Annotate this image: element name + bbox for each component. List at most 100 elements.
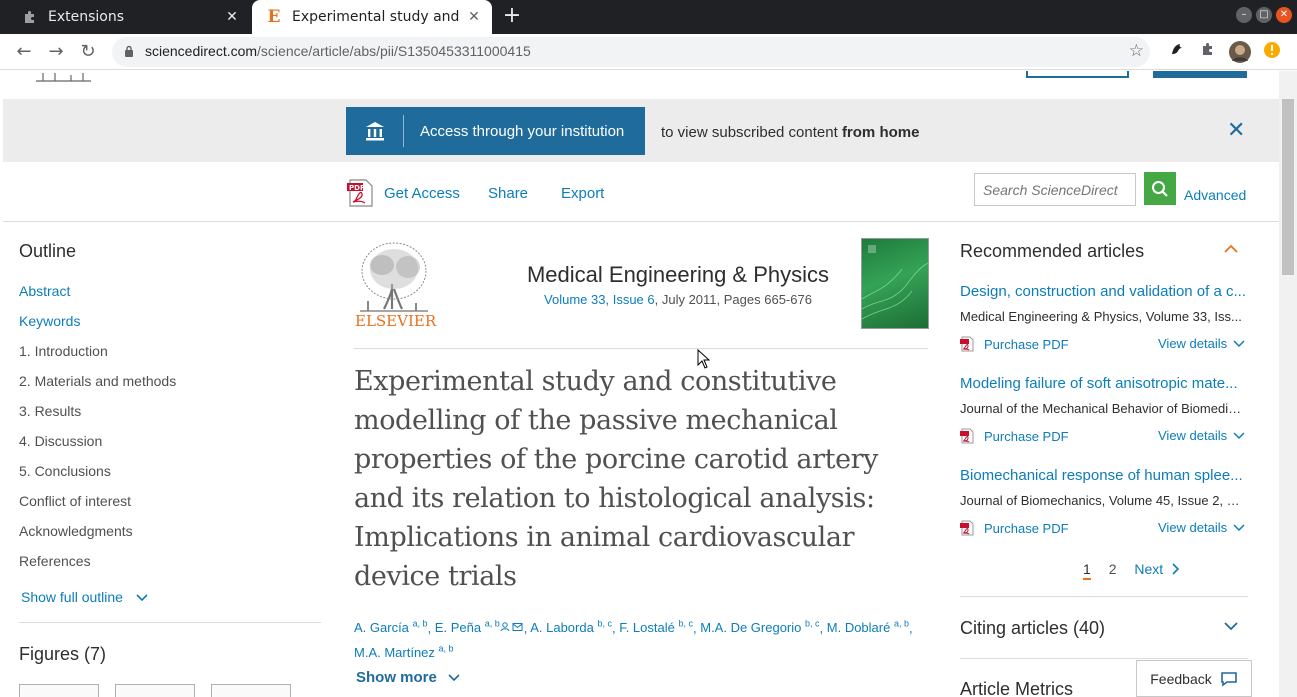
outline-item[interactable]: Keywords: [19, 313, 80, 329]
search-icon: [1152, 180, 1168, 197]
search-input[interactable]: [983, 182, 1133, 198]
view-details-button[interactable]: View details: [1158, 428, 1245, 443]
show-more-label: Show more: [356, 669, 437, 686]
purchase-pdf-link[interactable]: Purchase PDF: [960, 520, 1069, 536]
purchase-pdf-link[interactable]: Purchase PDF: [960, 336, 1069, 352]
author-link[interactable]: A. García a, b: [354, 619, 428, 635]
institution-icon: [346, 115, 404, 147]
journal-volume: Volume 33, Issue 6, July 2011, Pages 665…: [544, 292, 812, 307]
get-access-link[interactable]: Get Access: [384, 185, 460, 202]
recommended-article-link[interactable]: Modeling failure of soft anisotropic mat…: [960, 375, 1250, 392]
outline-item[interactable]: 2. Materials and methods: [19, 373, 176, 389]
tab-article[interactable]: E Experimental study and c ✕: [252, 0, 492, 34]
recommended-article-source: Journal of Biomechanics, Volume 45, Issu…: [960, 493, 1244, 508]
outline-item[interactable]: 5. Conclusions: [19, 463, 111, 479]
article-title: Experimental study and constitutive mode…: [354, 366, 879, 592]
chevron-down-icon: [1233, 340, 1245, 348]
scroll-thumb[interactable]: [1282, 99, 1294, 275]
search-field[interactable]: [974, 173, 1136, 206]
browser-toolbar: ← → ↻ sciencedirect.com/science/article/…: [0, 34, 1297, 70]
outline-item[interactable]: Conflict of interest: [19, 493, 131, 509]
author-link[interactable]: F. Lostalé b, c: [619, 619, 693, 635]
minimize-icon[interactable]: –: [1236, 7, 1252, 23]
outline-item[interactable]: 4. Discussion: [19, 433, 102, 449]
outline-item[interactable]: Acknowledgments: [19, 523, 133, 539]
page-1-button[interactable]: 1: [1083, 561, 1091, 580]
page-scrollbar[interactable]: [1279, 71, 1297, 697]
citing-articles-title[interactable]: Citing articles (40): [960, 618, 1105, 639]
chevron-down-icon[interactable]: [1223, 620, 1239, 632]
outline-item[interactable]: References: [19, 553, 91, 569]
close-window-icon[interactable]: ✕: [1276, 7, 1292, 23]
figure-thumbnail[interactable]: [211, 684, 291, 697]
page-2-button[interactable]: 2: [1109, 561, 1117, 577]
view-details-button[interactable]: View details: [1158, 336, 1245, 351]
profile-avatar[interactable]: [1229, 41, 1251, 63]
outline-title: Outline: [19, 241, 77, 261]
show-more-button[interactable]: Show more: [356, 669, 461, 686]
mouse-cursor-icon: [697, 349, 711, 369]
chevron-right-icon: [1172, 563, 1180, 575]
author-link[interactable]: M. Doblaré a, b: [827, 619, 909, 635]
volume-link[interactable]: Volume 33, Issue 6: [544, 292, 655, 307]
next-page-button[interactable]: Next: [1134, 561, 1181, 577]
extensions-puzzle-icon[interactable]: [1197, 41, 1219, 63]
divider: [960, 658, 1248, 659]
chevron-down-icon: [1233, 524, 1245, 532]
recommended-article-link[interactable]: Design, construction and validation of a…: [960, 283, 1250, 300]
share-link[interactable]: Share: [488, 185, 528, 202]
header-button-solid[interactable]: [1153, 71, 1247, 78]
back-arrow-icon[interactable]: ←: [12, 40, 36, 64]
outline-item[interactable]: Abstract: [19, 283, 70, 299]
header-button-outline[interactable]: [1026, 71, 1129, 78]
maximize-icon[interactable]: □: [1256, 7, 1272, 23]
article-toolbar: PDF Get Access Share Export Advanced: [3, 162, 1279, 222]
close-icon[interactable]: ✕: [464, 9, 484, 25]
address-bar[interactable]: sciencedirect.com/science/article/abs/pi…: [112, 37, 1150, 67]
tab-title: Experimental study and c: [292, 9, 464, 25]
access-institution-button[interactable]: Access through your institution: [346, 107, 645, 155]
show-full-outline-label: Show full outline: [21, 589, 123, 605]
author-link[interactable]: E. Peña a, b: [435, 619, 524, 635]
author-link[interactable]: M.A. De Gregorio b, c: [700, 619, 819, 635]
export-link[interactable]: Export: [561, 185, 604, 202]
view-details-button[interactable]: View details: [1158, 520, 1245, 535]
show-full-outline-button[interactable]: Show full outline: [21, 589, 149, 605]
figure-thumbnail[interactable]: [115, 684, 195, 697]
article-metrics-title[interactable]: Article Metrics: [960, 679, 1073, 697]
reload-icon[interactable]: ↻: [76, 40, 100, 64]
bookmark-star-icon[interactable]: ☆: [1129, 41, 1144, 61]
forward-arrow-icon[interactable]: →: [44, 40, 68, 64]
outline-item[interactable]: 3. Results: [19, 403, 81, 419]
close-icon[interactable]: ✕: [1227, 117, 1245, 143]
journal-title[interactable]: Medical Engineering & Physics: [473, 262, 883, 288]
close-icon[interactable]: ✕: [222, 9, 242, 25]
recommended-article-source: Medical Engineering & Physics, Volume 33…: [960, 309, 1242, 324]
elsevier-e-icon: E: [267, 7, 281, 27]
recommended-article-link[interactable]: Biomechanical response of human splee...: [960, 467, 1250, 484]
pdf-icon: [960, 336, 974, 352]
pdf-icon: [960, 428, 974, 444]
new-tab-button[interactable]: +: [500, 4, 524, 28]
tab-extensions[interactable]: Extensions ✕: [8, 0, 250, 34]
article-page: Access through your institution to view …: [3, 71, 1279, 697]
person-mail-icon[interactable]: [500, 622, 524, 632]
extension-bird-icon[interactable]: [1166, 41, 1188, 63]
author-link[interactable]: A. Laborda b, c: [530, 619, 612, 635]
feedback-button[interactable]: Feedback: [1136, 660, 1252, 697]
advanced-search-link[interactable]: Advanced: [1184, 187, 1246, 203]
divider: [19, 622, 321, 623]
chevron-up-icon[interactable]: [1223, 243, 1239, 255]
figure-thumbnail[interactable]: [19, 684, 99, 697]
tab-bar: Extensions ✕ E Experimental study and c …: [0, 0, 1297, 34]
divider: [354, 348, 928, 349]
access-institution-label: Access through your institution: [420, 122, 625, 140]
outline-item[interactable]: 1. Introduction: [19, 343, 108, 359]
update-alert-icon[interactable]: [1261, 41, 1283, 63]
journal-cover-image[interactable]: [861, 238, 929, 329]
figures-title: Figures (7): [19, 644, 107, 664]
chevron-down-icon: [1233, 432, 1245, 440]
purchase-pdf-link[interactable]: Purchase PDF: [960, 428, 1069, 444]
author-link[interactable]: M.A. Martínez a, b: [354, 643, 454, 659]
search-button[interactable]: [1144, 172, 1176, 205]
